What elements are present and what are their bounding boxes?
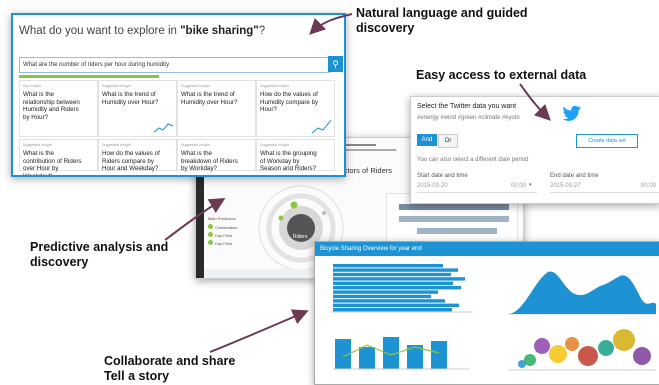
bar	[333, 268, 458, 272]
insight-card[interactable]: Suggested Insight What is the trend of H…	[177, 80, 256, 137]
center-node-label: Riders	[293, 234, 308, 240]
predictor-list-title: Main Predictors	[208, 216, 236, 221]
bar	[333, 272, 451, 277]
bar	[333, 281, 453, 285]
callout-predictive: Predictive analysis and discovery	[30, 240, 169, 269]
bar	[333, 308, 452, 312]
twitter-window: Select the Twitter data you want #energy…	[410, 96, 659, 204]
insight-card[interactable]: Suggested Insight What is the contributi…	[19, 139, 98, 175]
bar	[333, 277, 465, 281]
horizontal-bar-chart	[331, 264, 473, 313]
bar	[333, 290, 438, 294]
predictor-dot-icon	[208, 240, 213, 245]
predictor-item[interactable]: Combination	[208, 224, 237, 230]
predictor-dot-icon	[208, 224, 213, 229]
insight-card[interactable]: Key Insight What is the relationship bet…	[19, 80, 98, 137]
end-date-field[interactable]: 2015-03-27	[550, 183, 581, 189]
callout-natural-language: Natural language and guided discovery	[356, 6, 528, 35]
end-date-underline	[550, 192, 659, 193]
insight-card[interactable]: Suggested Insight What is the breakdown …	[177, 139, 256, 172]
start-date-label: Start date and time	[417, 173, 468, 179]
and-toggle-button[interactable]: And	[417, 134, 437, 146]
explore-title: What do you want to explore in "bike sha…	[19, 25, 266, 37]
insight-progress-bar	[19, 75, 159, 78]
bubble-chart	[508, 329, 656, 371]
trend-line-icon	[312, 119, 332, 134]
predictor-list: Main Predictors Combination Day Field Da…	[208, 216, 237, 248]
callout-collaborate: Collaborate and share Tell a story	[104, 354, 236, 383]
end-date-label: End date and time	[550, 173, 599, 179]
predict-header: ictors of Riders	[342, 166, 393, 175]
search-input[interactable]: What are the number of riders per hour d…	[19, 57, 330, 73]
predictor-dot-icon	[208, 232, 213, 237]
or-toggle-button[interactable]: Or	[438, 134, 458, 148]
twitter-bird-icon	[562, 106, 581, 121]
trend-line-icon	[154, 123, 174, 133]
search-icon: ⚲	[332, 59, 339, 69]
alternate-date-text: You can also select a different date per…	[417, 157, 529, 163]
start-date-underline	[417, 192, 537, 193]
insight-card[interactable]: Suggested Insight How do the values of R…	[98, 139, 177, 172]
insight-card[interactable]: Suggested Insight How do the values of H…	[256, 80, 335, 137]
insight-card[interactable]: Suggested Insight What is the grouping o…	[256, 139, 335, 172]
bar	[333, 303, 459, 307]
bar	[333, 294, 431, 299]
dashboard-window: Bicycle Sharing Overview for year end	[314, 241, 659, 385]
callout-external-data: Easy access to external data	[416, 68, 587, 82]
end-time-field[interactable]: 00:00	[641, 183, 656, 189]
bar	[333, 286, 461, 290]
twitter-tags: #energy #wind #green #climate #kyoto	[417, 115, 520, 121]
predictor-item[interactable]: Day Field	[208, 232, 237, 238]
start-time-field[interactable]: 00:00	[511, 183, 526, 189]
predictor-item[interactable]: Day Field	[208, 240, 237, 246]
bar	[333, 264, 443, 268]
create-data-set-button[interactable]: Create data set	[576, 134, 638, 148]
chevron-down-icon[interactable]: ▾	[529, 182, 532, 188]
explore-window: What do you want to explore in "bike sha…	[11, 13, 346, 177]
start-date-field[interactable]: 2015-03-20	[417, 183, 448, 189]
insight-card[interactable]: Suggested Insight What is the trend of H…	[98, 80, 177, 137]
combo-bar-line-chart	[333, 337, 469, 370]
area-chart	[508, 271, 656, 315]
bar	[431, 341, 447, 369]
dashboard-title: Bicycle Sharing Overview for year end	[320, 246, 422, 252]
search-button[interactable]: ⚲	[328, 56, 343, 72]
twitter-heading: Select the Twitter data you want	[417, 103, 517, 110]
bar	[359, 347, 375, 369]
bar	[333, 299, 445, 303]
